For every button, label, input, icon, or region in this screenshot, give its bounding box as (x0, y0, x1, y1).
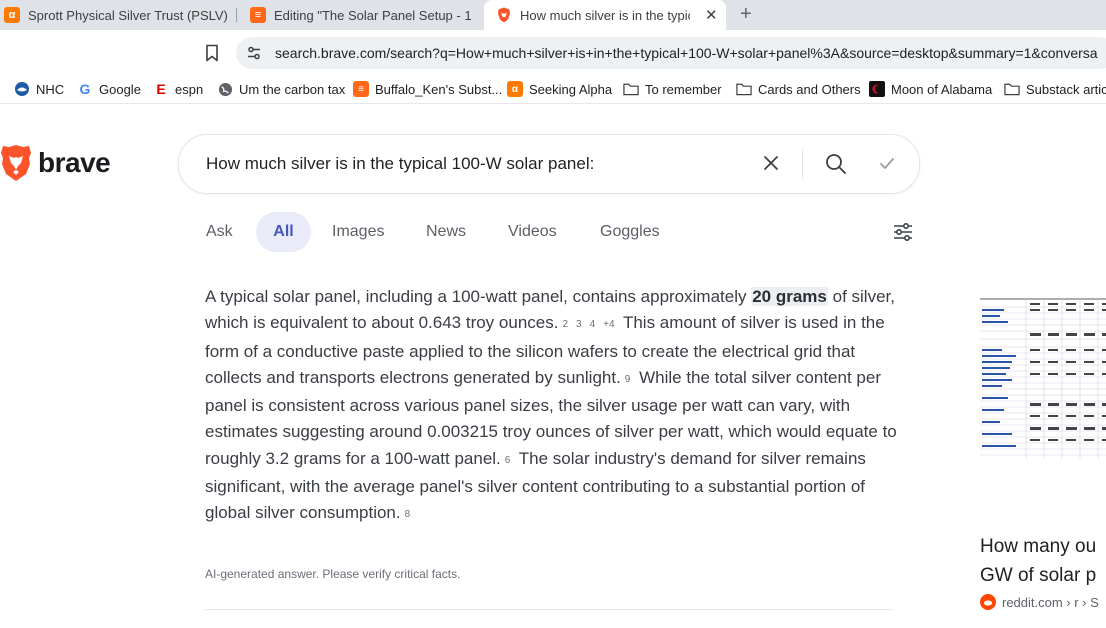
citation-link[interactable]: 4 (590, 319, 596, 330)
search-icon[interactable] (825, 153, 847, 175)
tab-news[interactable]: News (426, 212, 466, 252)
url-text: search.brave.com/search?q=How+much+silve… (275, 45, 1098, 61)
bookmark-icon[interactable] (205, 44, 219, 62)
search-box[interactable]: How much silver is in the typical 100-W … (178, 134, 920, 194)
bookmark-label: Substack articl (1026, 81, 1106, 97)
toolbar-divider (0, 103, 1106, 104)
checkmark-icon[interactable] (877, 154, 897, 174)
bookmark-moon-of-alabama[interactable]: Moon of Alabama (869, 80, 992, 98)
espn-icon: E (156, 81, 166, 97)
reddit-icon (980, 594, 996, 610)
tab-active-search[interactable]: How much silver is in the typical (484, 0, 726, 30)
citation-link[interactable]: 3 (576, 319, 582, 330)
side-result-title-line: How many ou (980, 536, 1097, 557)
new-tab-icon[interactable]: + (740, 3, 752, 26)
search-input[interactable]: How much silver is in the typical 100-W … (206, 154, 594, 174)
globe-icon (217, 81, 233, 97)
bookmark-carbon-tax[interactable]: Um the carbon tax (217, 80, 345, 98)
tab-title: How much silver is in the typical (520, 7, 690, 23)
tab-sprott[interactable]: α Sprott Physical Silver Trust (PSLV) Pr… (4, 0, 228, 30)
seeking-alpha-icon: α (4, 7, 20, 23)
tab-title: Sprott Physical Silver Trust (PSLV) Pric (28, 7, 228, 23)
brave-wordmark: brave (38, 147, 111, 178)
folder-icon (736, 81, 752, 97)
brave-logo[interactable]: brave (0, 144, 111, 182)
bookmark-seeking-alpha[interactable]: α Seeking Alpha (507, 80, 612, 98)
brave-lion-icon (1, 145, 31, 181)
side-result-url: reddit.com › r › S (1002, 594, 1099, 610)
citation-link[interactable]: 2 (562, 319, 568, 330)
brave-icon (496, 7, 512, 23)
answer-text: A typical solar panel, including a 100-w… (205, 287, 752, 306)
site-settings-icon[interactable] (246, 45, 262, 61)
silver-supply-table-image (980, 287, 1106, 462)
search-separator (802, 149, 803, 179)
answer-highlight: 20 grams (751, 287, 828, 306)
citation-link[interactable]: 9 (625, 374, 631, 385)
bookmark-label: NHC (36, 81, 65, 97)
moon-icon (869, 81, 885, 97)
substack-icon: ≡ (353, 81, 369, 97)
clear-icon[interactable] (761, 153, 781, 173)
ai-disclaimer: AI-generated answer. Please verify criti… (205, 567, 461, 581)
bookmark-label: Seeking Alpha (529, 81, 613, 97)
address-toolbar: search.brave.com/search?q=How+much+silve… (0, 30, 1106, 76)
bookmark-label: Cards and Others (758, 81, 861, 97)
noaa-icon (14, 81, 30, 97)
section-divider (205, 609, 893, 610)
close-tab-icon[interactable]: ✕ (705, 6, 718, 24)
side-result-title[interactable]: How many ou GW of solar p (980, 532, 1096, 590)
tab-images[interactable]: Images (332, 212, 384, 252)
bookmark-label: Um the carbon tax (239, 81, 346, 97)
tab-videos[interactable]: Videos (508, 212, 557, 252)
bookmark-label: To remember (645, 81, 722, 97)
bookmark-substack-articles[interactable]: Substack articl (1004, 80, 1106, 98)
citation-link[interactable]: 6 (505, 455, 511, 466)
tab-editing[interactable]: ≡ Editing "The Solar Panel Setup - 1213 (250, 0, 472, 30)
tab-ask[interactable]: Ask (206, 212, 233, 252)
seeking-alpha-icon: α (507, 81, 523, 97)
bookmark-label: espn (175, 81, 204, 97)
bookmark-buffalo-ken[interactable]: ≡ Buffalo_Ken's Subst... (353, 80, 502, 98)
ai-answer: A typical solar panel, including a 100-w… (205, 284, 900, 529)
tab-title: Editing "The Solar Panel Setup - 1213 (274, 7, 472, 23)
folder-icon (623, 81, 639, 97)
filters-icon[interactable] (892, 222, 914, 242)
bookmark-label: Google (99, 81, 141, 97)
folder-icon (1004, 81, 1020, 97)
bookmark-cards-and-others[interactable]: Cards and Others (736, 80, 861, 98)
bookmark-google[interactable]: G Google (77, 80, 141, 98)
bookmark-label: Buffalo_Ken's Subst... (375, 81, 503, 97)
tab-strip: α Sprott Physical Silver Trust (PSLV) Pr… (0, 0, 1106, 30)
result-thumbnail[interactable] (980, 287, 1106, 462)
citation-link[interactable]: 8 (405, 509, 411, 520)
substack-icon: ≡ (250, 7, 266, 23)
bookmark-nhc[interactable]: NHC (14, 80, 64, 98)
side-result-title-line: GW of solar p (980, 565, 1097, 586)
bookmarks-bar: NHC G Google E espn Um the carbon tax ≡ … (0, 76, 1106, 102)
bookmark-espn[interactable]: E espn (153, 80, 203, 98)
side-result-source[interactable]: reddit.com › r › S (980, 594, 1099, 610)
address-bar[interactable]: search.brave.com/search?q=How+much+silve… (236, 37, 1106, 69)
bookmark-label: Moon of Alabama (891, 81, 993, 97)
tab-goggles[interactable]: Goggles (600, 212, 660, 252)
tab-separator (236, 8, 237, 22)
tab-all[interactable]: All (256, 212, 311, 252)
citation-more[interactable]: +4 (603, 319, 614, 330)
bookmark-to-remember[interactable]: To remember (623, 80, 722, 98)
google-icon: G (79, 81, 91, 97)
